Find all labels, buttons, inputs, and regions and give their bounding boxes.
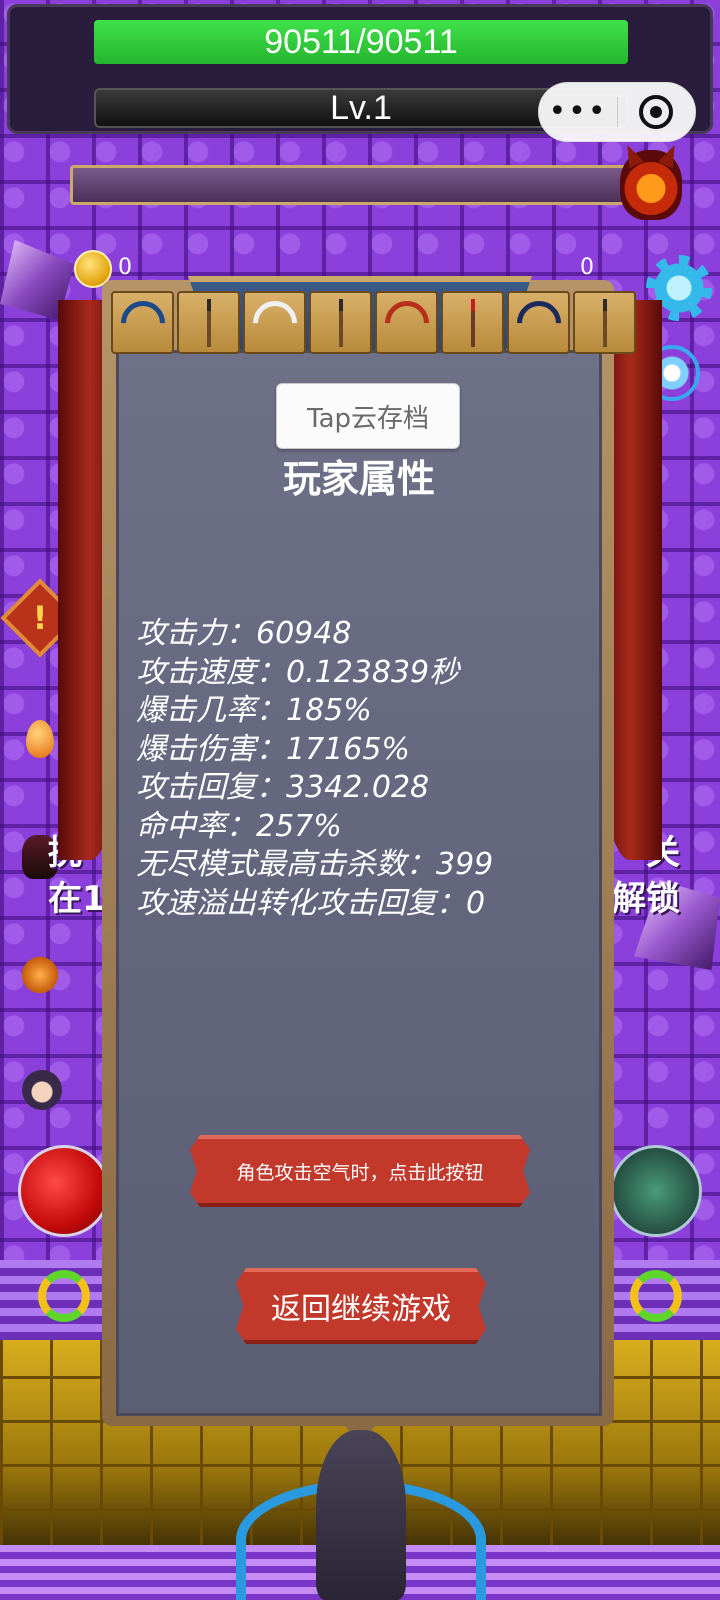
weapon-slot-2[interactable] [177, 291, 240, 354]
weapon-bar [111, 291, 643, 355]
more-menu-button[interactable]: ••• [539, 97, 617, 127]
boss-progress-bar [70, 165, 630, 205]
weapon-slot-6[interactable] [441, 291, 504, 354]
companion-avatar-icon[interactable] [22, 1070, 62, 1110]
return-to-game-button[interactable]: 返回继续游戏 [236, 1268, 486, 1344]
player-character [316, 1430, 406, 1600]
weapon-slot-8[interactable] [573, 291, 636, 354]
weapon-slot-5[interactable] [375, 291, 438, 354]
stat-attack-speed: 攻击速度：0.123839秒 [136, 654, 460, 690]
weapon-slot-4[interactable] [309, 291, 372, 354]
weapon-slot-3[interactable] [243, 291, 306, 354]
stats-list: 攻击力：60948 攻击速度：0.123839秒 爆击几率：185% 爆击伤害：… [136, 615, 596, 923]
dragon-pet-icon[interactable] [18, 955, 62, 995]
hp-bar: 90511/90511 [94, 20, 628, 64]
green-heal-orb[interactable] [610, 1145, 702, 1237]
hp-text: 90511/90511 [264, 22, 458, 61]
red-bow-icon [375, 291, 438, 354]
stat-crit-damage: 爆击伤害：17165% [136, 731, 410, 767]
stat-attack-regen: 攻击回复：3342.028 [136, 770, 430, 805]
close-miniprogram-button[interactable] [618, 95, 695, 129]
arrow-icon [338, 298, 343, 347]
secondary-currency-count: 0 [580, 255, 594, 280]
close-target-icon [639, 95, 674, 129]
panel-title: 玩家属性 [282, 457, 435, 501]
weapon-slot-7[interactable] [507, 291, 570, 354]
weapon-slot-1[interactable] [111, 291, 174, 354]
stat-overflow-conversion: 攻速溢出转化攻击回复：0 [136, 885, 486, 921]
tap-cloud-save-button[interactable]: Tap云存档 [276, 383, 460, 449]
blue-crossbow-icon [111, 291, 174, 354]
dark-bow-icon [507, 291, 570, 354]
arrow-icon [602, 298, 607, 347]
stat-attack: 攻击力：60948 [136, 616, 352, 651]
stat-endless-max-kills: 无尽模式最高击杀数：399 [136, 847, 494, 882]
attack-air-fix-button[interactable]: 角色攻击空气时，点击此按钮 [190, 1135, 530, 1207]
fire-egg-icon[interactable] [26, 720, 54, 758]
refresh-icon-right[interactable] [630, 1270, 682, 1322]
red-arrow-icon [470, 298, 475, 347]
arrow-icon [206, 298, 211, 347]
stat-hit-rate: 命中率：257% [136, 808, 342, 844]
miniprogram-capsule: ••• [538, 82, 696, 142]
coin-count: 0 [118, 255, 132, 280]
demon-boss-icon[interactable] [620, 150, 682, 220]
refresh-icon-left[interactable] [38, 1270, 90, 1322]
white-bow-icon [243, 291, 306, 354]
red-skill-orb[interactable] [18, 1145, 110, 1237]
stat-crit-chance: 爆击几率：185% [136, 693, 372, 728]
